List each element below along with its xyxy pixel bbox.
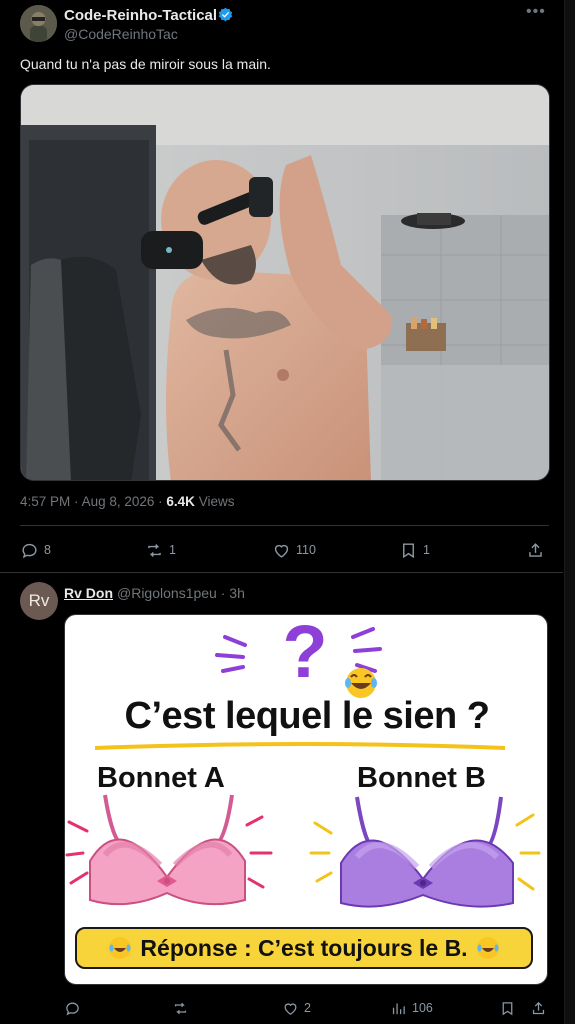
views-label: Views (198, 494, 235, 509)
author-handle[interactable]: @Rigolons1peu (117, 585, 217, 601)
share-button[interactable] (526, 537, 545, 563)
bookmark-icon (403, 542, 414, 558)
meme-question-mark: ? (282, 614, 328, 693)
repost-icon (148, 543, 161, 557)
tweet-date[interactable]: Aug 8, 2026 (82, 494, 155, 509)
like-icon (274, 544, 289, 558)
tweet-time[interactable]: 4:57 PM (20, 494, 70, 509)
meme-label-b: Bonnet B (357, 762, 486, 794)
views-button[interactable]: 106 (390, 996, 433, 1020)
bookmark-button[interactable] (499, 996, 516, 1020)
meta-dot: · (74, 494, 82, 509)
bra-b-image (340, 796, 514, 908)
meme-title: C’est lequel le sien ? (124, 695, 490, 737)
meme-image[interactable]: ? C’est lequel le sien ? Bonnet A Bonnet… (64, 614, 548, 985)
like-count: 110 (296, 543, 316, 557)
divider (20, 525, 549, 526)
like-icon (284, 1002, 297, 1015)
author-name[interactable]: Rv Don (64, 585, 113, 601)
share-icon (532, 1001, 545, 1014)
tweet-meta: 4:57 PM · Aug 8, 2026 · 6.4K Views (20, 494, 234, 509)
author-name[interactable]: Code-Reinho-Tactical (64, 7, 217, 24)
meme-answer-banner: Réponse : C’est toujours le B. (75, 927, 533, 969)
views-count: 6.4K (166, 494, 195, 509)
share-icon (529, 542, 542, 557)
tweet-actions: 8 1 110 1 (0, 537, 563, 563)
like-button[interactable]: 2 (282, 996, 311, 1020)
reply-count: 8 (44, 543, 51, 557)
tweet-actions: 2 106 (0, 996, 563, 1020)
laughing-emoji-icon (476, 937, 499, 959)
bookmark-icon (502, 1001, 513, 1015)
tweet-1[interactable]: Code-Reinho-Tactical @CodeReinhoTac ••• … (0, 0, 563, 572)
repost-button[interactable] (172, 996, 189, 1020)
meta-dot: · (220, 585, 230, 601)
more-icon[interactable]: ••• (526, 3, 546, 21)
like-count: 2 (304, 1001, 311, 1015)
author-avatar[interactable]: Rv (20, 582, 58, 620)
repost-icon (174, 1002, 187, 1014)
bookmark-button[interactable]: 1 (399, 537, 430, 563)
post-separator (0, 572, 563, 573)
meme-answer-text: Réponse : C’est toujours le B. (140, 934, 468, 961)
views-icon (392, 1003, 405, 1014)
bra-a-image (89, 794, 246, 906)
post-age[interactable]: 3h (229, 585, 245, 601)
avatar-image (20, 5, 57, 42)
author-handle-and-age: @Rigolons1peu · 3h (117, 585, 245, 601)
repost-count: 1 (169, 543, 176, 557)
laughing-emoji-icon (109, 937, 132, 959)
reply-button[interactable]: 8 (20, 537, 51, 563)
tweet-photo[interactable] (20, 84, 550, 481)
tweet-text: Quand tu n'a pas de miroir sous la main. (20, 56, 271, 72)
verified-badge-icon (218, 7, 233, 22)
photo-image (21, 85, 549, 480)
share-button[interactable] (530, 996, 547, 1020)
author-handle[interactable]: @CodeReinhoTac (64, 26, 178, 42)
views-count: 106 (412, 1001, 433, 1015)
bookmark-count: 1 (423, 543, 430, 557)
reply-icon (22, 543, 37, 558)
reply-button[interactable] (64, 996, 81, 1020)
reply-icon (66, 1002, 79, 1015)
scrollbar[interactable] (564, 0, 575, 1024)
meme-label-a: Bonnet A (97, 762, 225, 794)
like-button[interactable]: 110 (272, 537, 316, 563)
laughing-emoji-icon (345, 668, 377, 698)
repost-button[interactable]: 1 (145, 537, 176, 563)
author-avatar[interactable] (20, 5, 57, 42)
